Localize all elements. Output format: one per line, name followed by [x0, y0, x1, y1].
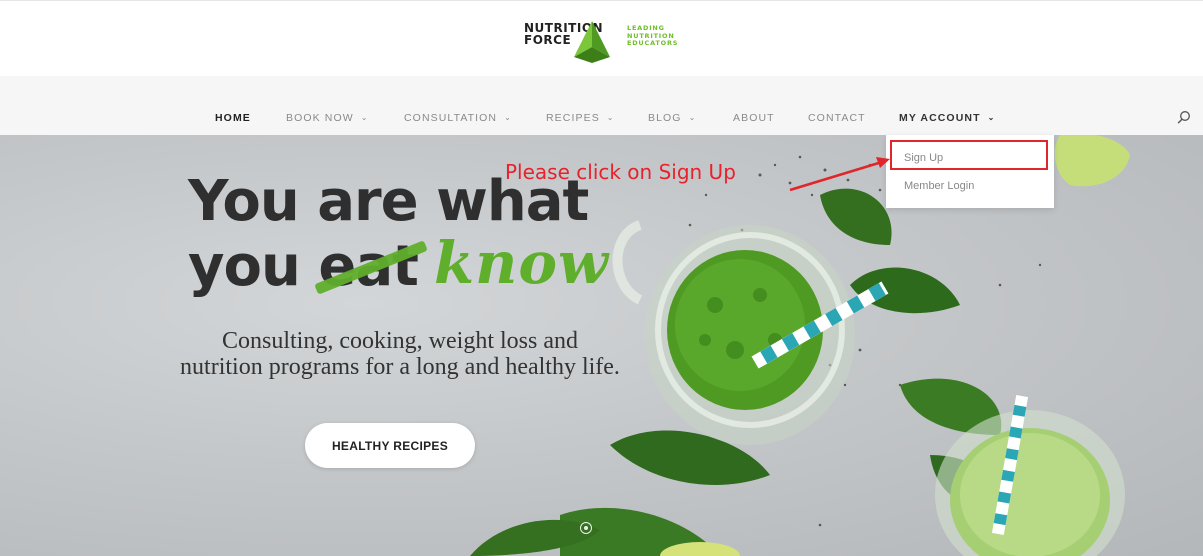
- chevron-down-icon: ⌄: [987, 113, 996, 122]
- logo-name-line2: FORCE: [524, 33, 572, 47]
- chevron-down-icon: ⌄: [606, 113, 615, 122]
- nav-recipes[interactable]: RECIPES ⌄: [546, 112, 615, 124]
- nav-book-now[interactable]: BOOK NOW ⌄: [286, 112, 369, 124]
- nav-recipes-label: RECIPES: [546, 112, 600, 124]
- search-icon[interactable]: [1177, 110, 1191, 124]
- nav-contact-label: CONTACT: [808, 112, 866, 124]
- main-nav: HOME BOOK NOW ⌄ CONSULTATION ⌄ RECIPES ⌄ BL…: [0, 76, 1203, 135]
- nav-blog-label: BLOG: [648, 112, 682, 124]
- logo-tagline-3: EDUCATORS: [627, 39, 679, 47]
- nav-about-label: ABOUT: [733, 112, 775, 124]
- site-logo[interactable]: NUTRITION FORCE LEADING NUTRITION EDUCAT…: [524, 17, 694, 65]
- chevron-down-icon: ⌄: [504, 113, 512, 122]
- healthy-recipes-button-label: HEALTHY RECIPES: [331, 438, 449, 453]
- chevron-down-icon: ⌄: [360, 113, 369, 122]
- nav-consultation[interactable]: CONSULTATION ⌄: [404, 112, 512, 124]
- nav-consultation-label: CONSULTATION: [404, 112, 498, 124]
- nav-my-account-label: MY ACCOUNT: [899, 112, 981, 124]
- logo-bar: NUTRITION FORCE LEADING NUTRITION EDUCAT…: [0, 0, 1203, 77]
- nav-about[interactable]: ABOUT: [733, 112, 775, 124]
- hero-headline-replacement: know: [434, 229, 609, 297]
- nav-home[interactable]: HOME: [215, 112, 251, 124]
- nav-blog[interactable]: BLOG ⌄: [648, 112, 696, 124]
- nav-my-account[interactable]: MY ACCOUNT ⌄: [899, 112, 995, 124]
- slider-dot[interactable]: [580, 522, 592, 534]
- nav-book-now-label: BOOK NOW: [286, 112, 354, 124]
- hero-headline-struck-word: eat: [314, 237, 429, 297]
- annotation-text: Please click on Sign Up: [505, 160, 736, 184]
- pyramid-icon: [574, 21, 610, 63]
- healthy-recipes-button[interactable]: HEALTHY RECIPES: [305, 423, 475, 468]
- nav-contact[interactable]: CONTACT: [808, 112, 866, 124]
- chevron-down-icon: ⌄: [688, 113, 697, 122]
- hero-subtitle: Consulting, cooking, weight loss and nut…: [180, 328, 620, 380]
- nav-home-label: HOME: [215, 112, 251, 124]
- menu-item-member-login[interactable]: Member Login: [904, 180, 974, 192]
- sign-up-highlight-box: [890, 140, 1048, 170]
- hero-headline-you: you: [188, 234, 301, 299]
